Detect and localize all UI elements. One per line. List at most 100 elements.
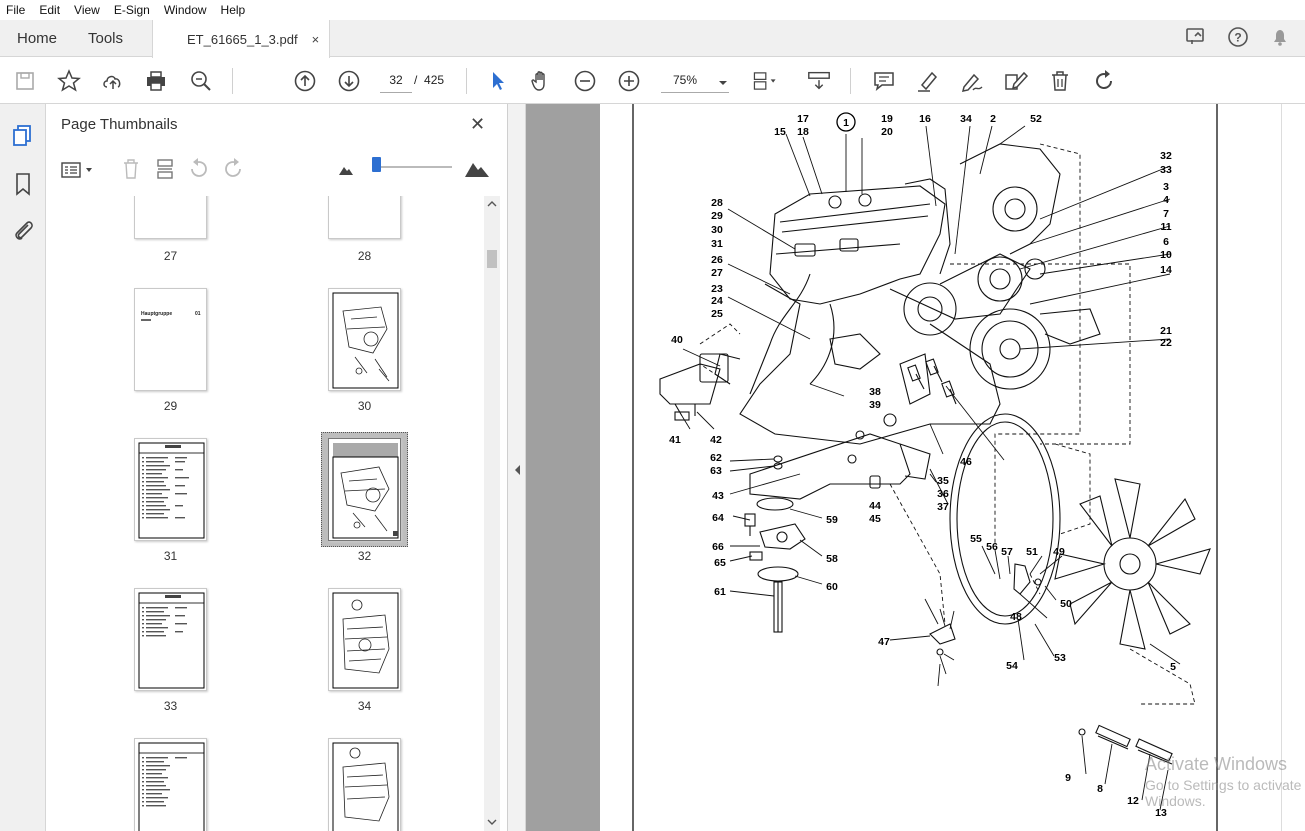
zoom-in-icon[interactable]	[616, 68, 642, 94]
thumbnail-page-33[interactable]	[134, 588, 207, 691]
document-scrollbar[interactable]	[1281, 104, 1305, 831]
part-callout-14: 14	[1160, 264, 1172, 276]
thumbnail-scrollbar[interactable]	[484, 196, 500, 831]
menu-file[interactable]: File	[6, 3, 25, 17]
thumbnail-page-32[interactable]	[328, 438, 401, 541]
part-callout-62: 62	[710, 452, 722, 464]
part-callout-44: 44	[869, 500, 881, 512]
part-callout-7: 7	[1163, 208, 1169, 220]
notification-bell-icon[interactable]	[1269, 26, 1291, 48]
thumbnail-size-slider[interactable]	[374, 166, 452, 168]
thumbnail-number: 29	[163, 399, 178, 413]
panel-close-icon[interactable]: ✕	[470, 114, 485, 135]
thumbnail-delete-icon[interactable]	[120, 158, 142, 180]
slider-knob[interactable]	[372, 157, 381, 172]
scrollbar-thumb[interactable]	[487, 250, 497, 268]
highlight-icon[interactable]	[915, 68, 941, 94]
thumbnail-number: 34	[357, 699, 372, 713]
part-callout-38: 38	[869, 386, 881, 398]
part-callout-35: 35	[937, 475, 949, 487]
pages-icon[interactable]	[11, 124, 35, 148]
thumbnail-page-29[interactable]: Hauptgruppe 01	[134, 288, 207, 391]
page-number-input[interactable]: 32	[380, 67, 412, 93]
scroll-down-icon[interactable]	[487, 818, 497, 826]
panel-title: Page Thumbnails	[61, 116, 178, 133]
part-callout-23: 23	[711, 283, 723, 295]
tab-close-icon[interactable]: ×	[312, 32, 320, 47]
part-callout-30: 30	[711, 224, 723, 236]
part-callout-65: 65	[714, 557, 726, 569]
hand-icon[interactable]	[528, 68, 554, 94]
collapse-panel-icon[interactable]	[513, 464, 521, 476]
thumbnail-page-30[interactable]	[328, 288, 401, 391]
delete-icon[interactable]	[1047, 68, 1073, 94]
page-down-icon[interactable]	[336, 68, 362, 94]
part-callout-39: 39	[869, 399, 881, 411]
thumbnail-insert-icon[interactable]	[154, 158, 176, 180]
thumbnail-page-31[interactable]	[134, 438, 207, 541]
menu-esign[interactable]: E-Sign	[114, 3, 150, 17]
scroll-up-icon[interactable]	[487, 200, 497, 208]
page-total: / 425	[414, 73, 445, 87]
thumbnail-tools	[46, 148, 508, 188]
thumbnail-page-27[interactable]	[134, 196, 207, 239]
fit-page-icon[interactable]	[752, 68, 778, 94]
thumbnail-page-34[interactable]	[328, 588, 401, 691]
panel-splitter[interactable]	[508, 104, 526, 831]
tab-document[interactable]: ET_61665_1_3.pdf ×	[152, 20, 331, 58]
part-callout-33: 33	[1160, 164, 1172, 176]
attachment-icon[interactable]	[11, 218, 35, 242]
part-callout-15: 15	[774, 126, 786, 138]
large-thumbnails-icon[interactable]	[464, 158, 490, 178]
pdf-page: 28 29 30 31 26 27 23 24 25 40 41 42 62 63 43 64 66 65 61 17…	[600, 104, 1283, 831]
help-icon[interactable]: ?	[1227, 26, 1249, 48]
page-up-icon[interactable]	[292, 68, 318, 94]
menu-bar: File Edit View E-Sign Window Help	[0, 0, 1305, 20]
thumbnail-options-icon[interactable]	[60, 160, 96, 180]
scroll-mode-icon[interactable]	[806, 68, 832, 94]
part-callout-52: 52	[1030, 113, 1042, 125]
thumbnail-page-28[interactable]	[328, 196, 401, 239]
part-callout-50: 50	[1060, 598, 1072, 610]
part-callout-61: 61	[714, 586, 726, 598]
part-callout-59: 59	[826, 514, 838, 526]
print-icon[interactable]	[143, 68, 169, 94]
select-arrow-icon[interactable]	[484, 68, 510, 94]
part-callout-5: 5	[1170, 661, 1176, 673]
rotate-icon[interactable]	[1091, 68, 1117, 94]
activate-windows-watermark: Activate Windows Go to Settings to activ…	[1145, 754, 1305, 809]
part-callout-6: 6	[1163, 236, 1169, 248]
save-icon[interactable]	[12, 68, 38, 94]
part-callout-63: 63	[710, 465, 722, 477]
menu-help[interactable]: Help	[221, 3, 246, 17]
tab-home[interactable]: Home	[17, 20, 57, 57]
menu-window[interactable]: Window	[164, 3, 207, 17]
edit-icon[interactable]	[1003, 68, 1029, 94]
exploded-parts-diagram: 2829303126272324254041 426263436466656117…	[632, 104, 1218, 831]
tab-tools[interactable]: Tools	[88, 20, 123, 57]
bookmark-icon[interactable]	[11, 172, 35, 196]
part-callout-46: 46	[960, 456, 972, 468]
thumbnail-page-35[interactable]	[134, 738, 207, 831]
zoom-search-icon[interactable]	[188, 68, 214, 94]
part-callout-55: 55	[970, 533, 982, 545]
document-viewer[interactable]: 28 29 30 31 26 27 23 24 25 40 41 42 62 63 43 64 66 65 61 17…	[526, 104, 1305, 831]
upload-icon[interactable]	[100, 68, 126, 94]
tab-document-label: ET_61665_1_3.pdf	[187, 31, 298, 47]
menu-view[interactable]: View	[74, 3, 100, 17]
sign-icon[interactable]	[959, 68, 985, 94]
share-screen-icon[interactable]	[1185, 26, 1207, 48]
thumbnail-number: 27	[163, 249, 178, 263]
zoom-level-input[interactable]: 75%	[661, 67, 729, 93]
rotate-ccw-icon[interactable]	[188, 158, 210, 180]
rotate-cw-icon[interactable]	[222, 158, 244, 180]
part-callout-32: 32	[1160, 150, 1172, 162]
thumbnail-page-36[interactable]	[328, 738, 401, 831]
comment-icon[interactable]	[871, 68, 897, 94]
zoom-out-icon[interactable]	[572, 68, 598, 94]
small-thumbnails-icon[interactable]	[338, 162, 354, 176]
part-callout-22: 22	[1160, 337, 1172, 349]
menu-edit[interactable]: Edit	[39, 3, 60, 17]
part-callout-29: 29	[711, 210, 723, 222]
star-icon[interactable]	[56, 68, 82, 94]
